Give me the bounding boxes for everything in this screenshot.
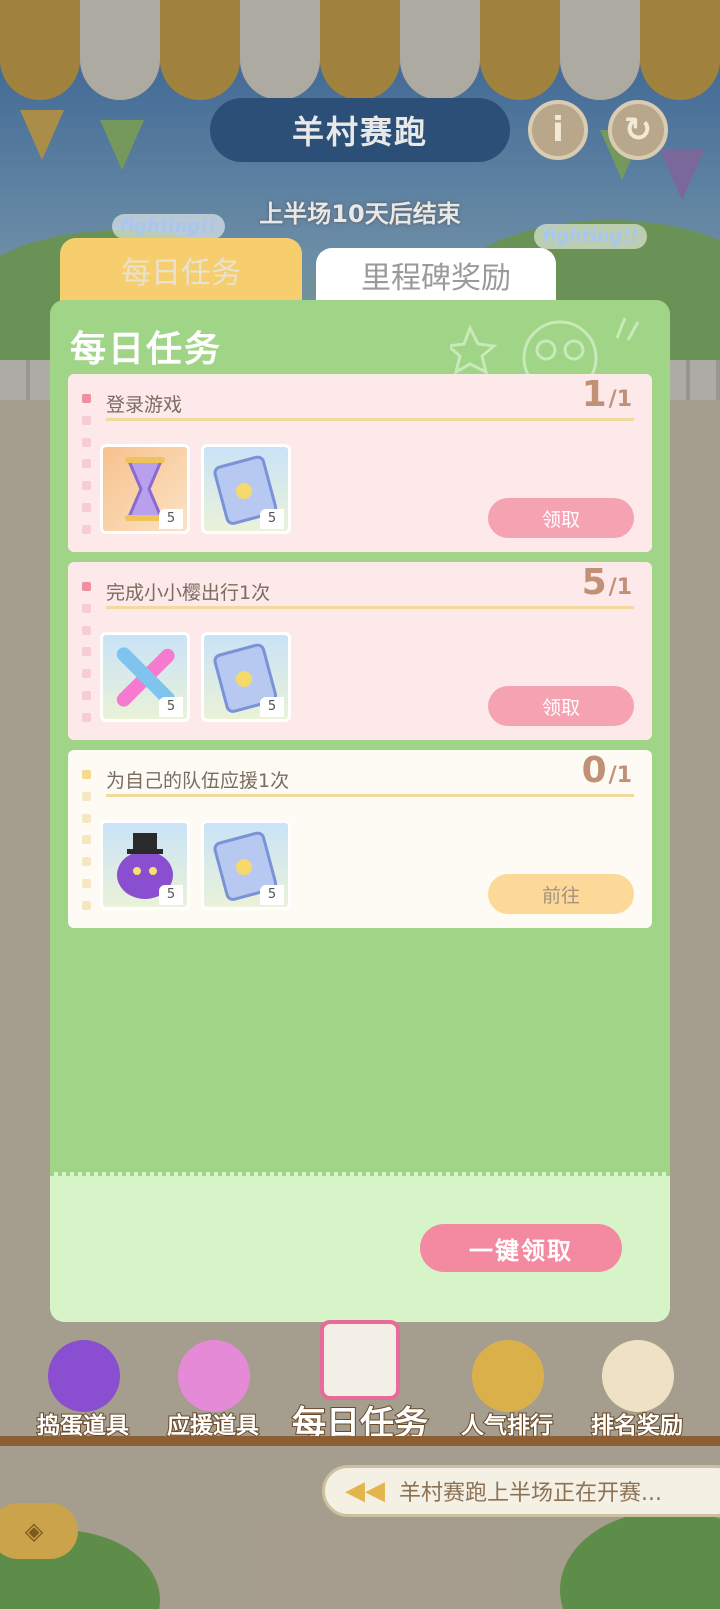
item-count: 5 xyxy=(159,509,183,529)
back-arrow-icon: ◈ xyxy=(24,1517,44,1545)
nav-shelf xyxy=(0,1436,720,1446)
ticket-card-icon[interactable]: 5 xyxy=(201,632,291,722)
claim-all-button[interactable]: 一键领取 xyxy=(420,1224,622,1272)
nav-label: 人气排行 xyxy=(460,1412,554,1440)
egg-face-icon xyxy=(602,1340,674,1412)
info-icon[interactable]: i xyxy=(528,100,588,160)
ticket-card-icon[interactable]: 5 xyxy=(201,820,291,910)
claim-button[interactable]: 领取 xyxy=(488,686,634,726)
go-button[interactable]: 前往 xyxy=(488,874,634,914)
item-count: 5 xyxy=(260,697,284,717)
tasks-panel: 每日任务 登录游戏 1/1 5 5 领取 完成小小樱出行1次 5/1 5 5 领… xyxy=(50,300,670,1320)
task-name: 为自己的队伍应援1次 xyxy=(106,770,290,792)
item-count: 5 xyxy=(159,697,183,717)
ticket-card-icon[interactable]: 5 xyxy=(201,444,291,534)
task-progress: 5/1 xyxy=(581,562,632,603)
task-progress: 1/1 xyxy=(581,374,632,415)
task-card: 完成小小樱出行1次 5/1 5 5 领取 xyxy=(68,562,652,740)
claim-button[interactable]: 领取 xyxy=(488,498,634,538)
fighting-badge: fighting!! xyxy=(112,214,225,239)
nav-label: 捣蛋道具 xyxy=(36,1412,130,1440)
nav-mischief-items[interactable]: 捣蛋道具 xyxy=(20,1340,146,1440)
glowsticks-icon[interactable]: 5 xyxy=(100,632,190,722)
task-name: 完成小小樱出行1次 xyxy=(106,582,271,604)
monster-icon xyxy=(48,1340,120,1412)
task-progress: 0/1 xyxy=(581,750,632,791)
task-card: 为自己的队伍应援1次 0/1 5 5 前往 xyxy=(68,750,652,928)
nav-label: 排名奖励 xyxy=(590,1412,684,1440)
nav-popularity-ranking[interactable]: 人气排行 xyxy=(444,1340,570,1440)
item-count: 5 xyxy=(260,509,284,529)
purple-monster-icon[interactable]: 5 xyxy=(100,820,190,910)
trophy-icon xyxy=(472,1340,544,1412)
nav-support-items[interactable]: 应援道具 xyxy=(150,1340,276,1440)
item-count: 5 xyxy=(260,885,284,905)
nav-label: 应援道具 xyxy=(166,1412,260,1440)
tab-milestone-rewards[interactable]: 里程碑奖励 xyxy=(316,248,556,302)
fighting-badge: fighting!! xyxy=(534,224,647,249)
tab-daily-tasks[interactable]: 每日任务 xyxy=(60,238,302,302)
ticker-text: 羊村赛跑上半场正在开赛... xyxy=(399,1481,662,1506)
rewind-icon: ◀◀ xyxy=(345,1476,385,1506)
panel-title: 每日任务 xyxy=(70,329,223,370)
hourglass-icon[interactable]: 5 xyxy=(100,444,190,534)
refresh-icon[interactable]: ↻ xyxy=(608,100,668,160)
notebook-icon xyxy=(320,1320,400,1400)
nav-ranking-rewards[interactable]: 排名奖励 xyxy=(574,1340,700,1440)
glowsticks-icon xyxy=(178,1340,250,1412)
page-title: 羊村赛跑 xyxy=(210,98,510,162)
panel-footer: 一键领取 xyxy=(50,1172,670,1322)
task-card: 登录游戏 1/1 5 5 领取 xyxy=(68,374,652,552)
news-ticker[interactable]: ◀◀ 羊村赛跑上半场正在开赛... xyxy=(322,1465,720,1517)
item-count: 5 xyxy=(159,885,183,905)
back-button[interactable]: ◈ xyxy=(0,1503,78,1559)
task-name: 登录游戏 xyxy=(106,394,183,416)
nav-daily-tasks[interactable]: 每日任务 xyxy=(280,1320,440,1445)
